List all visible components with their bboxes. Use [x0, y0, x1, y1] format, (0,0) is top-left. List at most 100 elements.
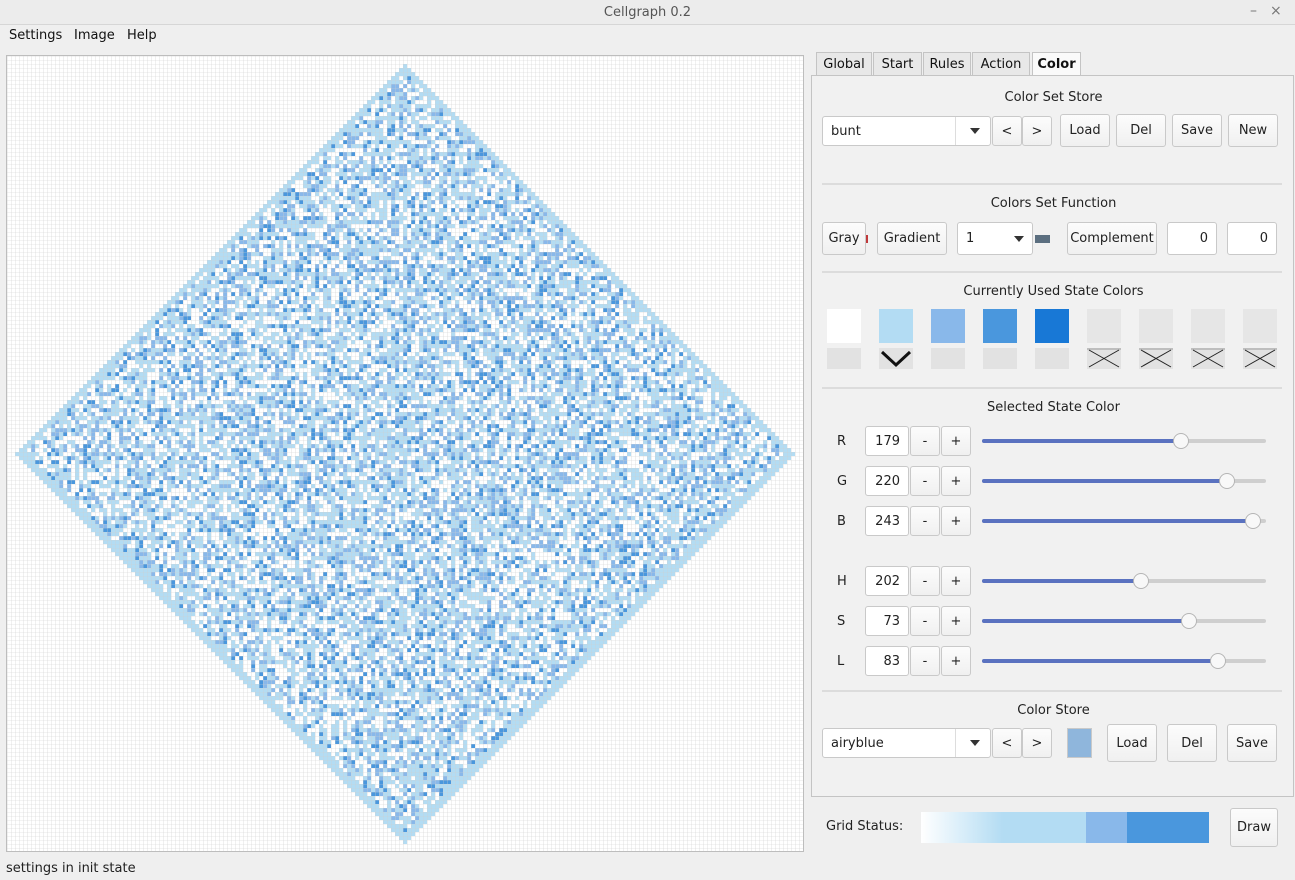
function-value-b[interactable]: 0 [1227, 222, 1277, 255]
state-color-swatch[interactable] [1243, 309, 1277, 343]
slider-l[interactable] [982, 653, 1266, 669]
increment-button-b[interactable]: + [941, 506, 971, 536]
state-color-swatch[interactable] [931, 309, 965, 343]
slider-label-h: H [837, 574, 847, 589]
selected-state-color-header: Selected State Color [987, 400, 1120, 415]
gradient-steps-select[interactable]: 1 [957, 222, 1033, 255]
colors-set-function-header: Colors Set Function [990, 196, 1117, 211]
gray-button[interactable]: Gray [822, 222, 866, 255]
chevron-down-icon [970, 740, 980, 746]
menu-help[interactable]: Help [127, 28, 157, 43]
increment-button-l[interactable]: + [941, 646, 971, 676]
color-set-new-button[interactable]: New [1228, 114, 1278, 147]
selected-check-icon[interactable] [879, 348, 913, 369]
grid-status-segment [1126, 812, 1209, 843]
value-field-g[interactable]: 220 [865, 466, 909, 496]
increment-button-h[interactable]: + [941, 566, 971, 596]
state-color-swatch[interactable] [1191, 309, 1225, 343]
state-color-swatch[interactable] [879, 309, 913, 343]
menu-bar: Settings Image Help [0, 25, 1295, 48]
color-store-save-button[interactable]: Save [1227, 724, 1277, 762]
menu-settings[interactable]: Settings [9, 28, 62, 43]
color-store-header: Color Store [1017, 703, 1090, 718]
state-select-toggle[interactable] [1035, 348, 1069, 369]
cell-grid[interactable] [7, 56, 803, 851]
slider-s[interactable] [982, 613, 1266, 629]
value-field-h[interactable]: 202 [865, 566, 909, 596]
color-store-prev-button[interactable]: < [992, 728, 1022, 758]
disabled-cross-icon[interactable] [1243, 348, 1277, 369]
state-color-swatch[interactable] [983, 309, 1017, 343]
state-color-swatch[interactable] [1139, 309, 1173, 343]
decrement-button-l[interactable]: - [910, 646, 940, 676]
state-select-toggle[interactable] [983, 348, 1017, 369]
slider-thumb[interactable] [1181, 613, 1198, 629]
tab-rules[interactable]: Rules [923, 52, 971, 76]
color-store-del-button[interactable]: Del [1167, 724, 1217, 762]
color-set-load-button[interactable]: Load [1060, 114, 1110, 147]
increment-button-r[interactable]: + [941, 426, 971, 456]
minimize-button[interactable]: – [1250, 3, 1257, 19]
menu-image[interactable]: Image [74, 28, 115, 43]
slider-h[interactable] [982, 573, 1266, 589]
slider-fill [982, 439, 1182, 443]
gradient-button[interactable]: Gradient [877, 222, 947, 255]
state-color-swatch[interactable] [827, 309, 861, 343]
color-store-next-button[interactable]: > [1022, 728, 1052, 758]
slider-r[interactable] [982, 433, 1266, 449]
slider-thumb[interactable] [1173, 433, 1190, 449]
color-store-preview-swatch [1067, 728, 1092, 758]
slider-thumb[interactable] [1133, 573, 1150, 589]
tab-color[interactable]: Color [1032, 52, 1081, 77]
slider-thumb[interactable] [1219, 473, 1236, 489]
slider-fill [982, 579, 1142, 583]
decrement-button-s[interactable]: - [910, 606, 940, 636]
grid-canvas[interactable] [6, 55, 804, 852]
value-field-b[interactable]: 243 [865, 506, 909, 536]
color-set-prev-button[interactable]: < [992, 116, 1022, 146]
increment-button-s[interactable]: + [941, 606, 971, 636]
title-bar: Cellgraph 0.2 – × [0, 0, 1295, 25]
color-set-value: bunt [831, 124, 861, 139]
state-select-toggle[interactable] [827, 348, 861, 369]
close-button[interactable]: × [1270, 3, 1282, 19]
decrement-button-r[interactable]: - [910, 426, 940, 456]
decrement-button-h[interactable]: - [910, 566, 940, 596]
color-set-select[interactable]: bunt [822, 116, 991, 146]
color-store-value: airyblue [831, 736, 884, 751]
slider-thumb[interactable] [1209, 653, 1226, 669]
disabled-cross-icon[interactable] [1087, 348, 1121, 369]
slider-label-b: B [837, 514, 846, 529]
disabled-cross-icon[interactable] [1191, 348, 1225, 369]
tab-start[interactable]: Start [873, 52, 922, 76]
color-set-del-button[interactable]: Del [1116, 114, 1166, 147]
state-color-swatch[interactable] [1035, 309, 1069, 343]
value-field-s[interactable]: 73 [865, 606, 909, 636]
chevron-down-icon [1014, 236, 1024, 242]
color-set-save-button[interactable]: Save [1172, 114, 1222, 147]
increment-button-g[interactable]: + [941, 466, 971, 496]
draw-button[interactable]: Draw [1230, 808, 1278, 847]
slider-thumb[interactable] [1244, 513, 1261, 529]
slider-fill [982, 479, 1228, 483]
complement-button[interactable]: Complement [1067, 222, 1157, 255]
slider-b[interactable] [982, 513, 1266, 529]
function-value-a[interactable]: 0 [1167, 222, 1217, 255]
disabled-cross-icon[interactable] [1139, 348, 1173, 369]
state-color-swatch[interactable] [1087, 309, 1121, 343]
slider-g[interactable] [982, 473, 1266, 489]
color-set-next-button[interactable]: > [1022, 116, 1052, 146]
slider-fill [982, 519, 1253, 523]
decrement-button-g[interactable]: - [910, 466, 940, 496]
grid-status-segment [1085, 812, 1127, 843]
decrement-button-b[interactable]: - [910, 506, 940, 536]
value-field-l[interactable]: 83 [865, 646, 909, 676]
value-field-r[interactable]: 179 [865, 426, 909, 456]
state-select-toggle[interactable] [931, 348, 965, 369]
window-title: Cellgraph 0.2 [603, 5, 692, 20]
color-store-select[interactable]: airyblue [822, 728, 991, 758]
slider-label-s: S [837, 614, 846, 629]
tab-action[interactable]: Action [972, 52, 1030, 76]
tab-global[interactable]: Global [816, 52, 872, 76]
color-store-load-button[interactable]: Load [1107, 724, 1157, 762]
